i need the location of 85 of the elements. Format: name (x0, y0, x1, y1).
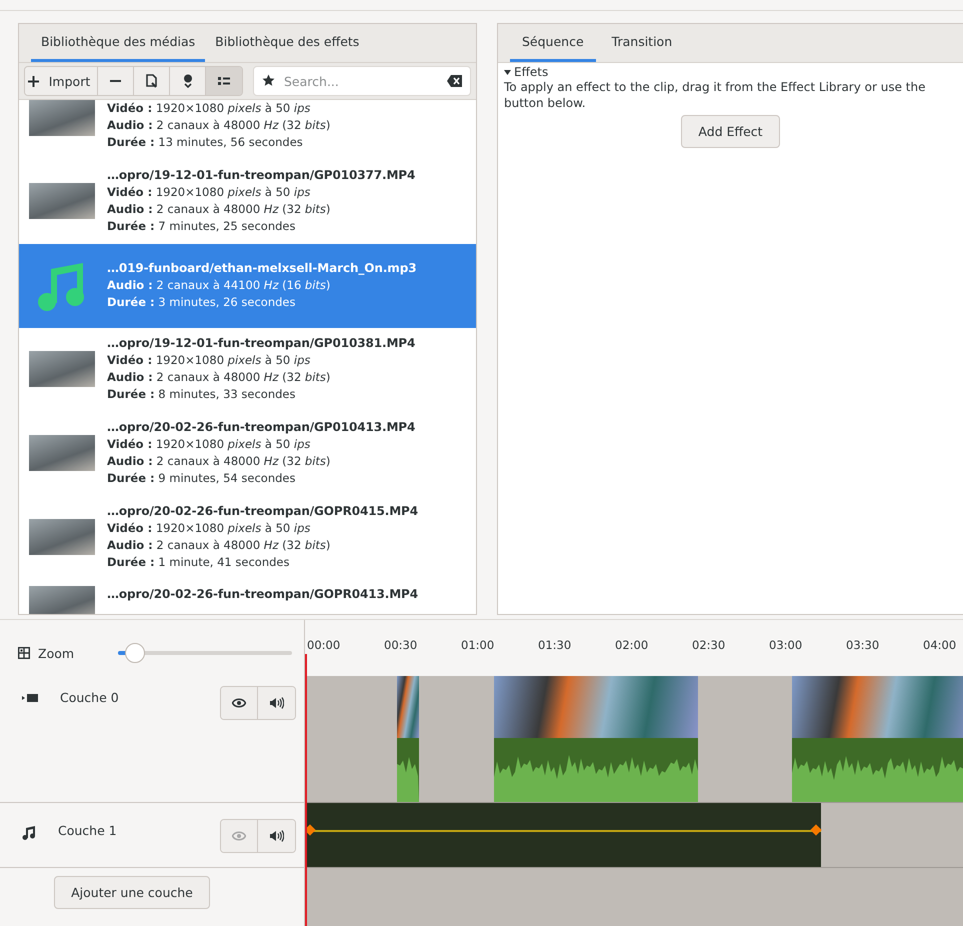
media-item[interactable]: …opro/20-02-26-fun-treompan/GOPR0415.MP4 Vidéo : 1920×1080 pixels à 50 ips Audio : 2 canaux à 48000 Hz (32 bits) Durée : 1 minute, 41 secondes (19, 496, 476, 580)
eye-icon (232, 698, 246, 708)
media-item[interactable]: Vidéo : 1920×1080 pixels à 50 ips Audio : 2 canaux à 48000 Hz (32 bits) Durée : 13 minutes, 56 secondes (19, 100, 476, 160)
lightbulb-icon (182, 74, 192, 88)
photo-placeholder (29, 351, 95, 387)
speaker-icon (270, 830, 284, 842)
file-detail: Vidéo : 1920×1080 pixels à 50 ips (107, 352, 312, 369)
file-detail: Durée : 13 minutes, 56 secondes (107, 134, 304, 151)
file-detail: Audio : 2 canaux à 44100 Hz (16 bits) (107, 276, 332, 294)
file-detail: Audio : 2 canaux à 48000 Hz (32 bits) (107, 537, 332, 554)
zoom-grid-icon (18, 647, 30, 659)
file-name: …opro/19-12-01-fun-treompan/GP010377.MP4 (107, 167, 416, 184)
add-layer-button[interactable]: Ajouter une couche (54, 876, 210, 909)
plus-icon (28, 76, 39, 86)
star-icon (262, 74, 275, 87)
document-icon (146, 74, 157, 88)
file-detail: Audio : 2 canaux à 48000 Hz (32 bits) (107, 453, 332, 470)
clear-icon[interactable] (447, 75, 462, 87)
file-detail: Audio : 2 canaux à 48000 Hz (32 bits) (107, 369, 332, 386)
list-view-button[interactable] (206, 67, 242, 95)
media-item[interactable]: …opro/19-12-01-fun-treompan/GP010381.MP4 Vidéo : 1920×1080 pixels à 50 ips Audio : 2 canaux à 48000 Hz (32 bits) Durée : 8 minutes, 33 secondes (19, 328, 476, 412)
list-icon (218, 76, 230, 86)
file-detail: Audio : 2 canaux à 48000 Hz (32 bits) (107, 117, 330, 134)
speaker-icon (270, 697, 284, 709)
file-name: …opro/20-02-26-fun-treompan/GOPR0415.MP4 (107, 503, 418, 520)
photo-placeholder (29, 183, 95, 219)
ruler-time: 04:00 (922, 638, 958, 654)
zoom-slider[interactable] (118, 643, 292, 663)
file-detail: Durée : 3 minutes, 26 secondes (107, 294, 296, 310)
ruler-time: 02:30 (691, 638, 726, 654)
file-name: …019-funboard/ethan-melxsell-March_On.mp3 (107, 260, 416, 276)
photo-placeholder (29, 100, 95, 136)
ruler-time: 03:00 (768, 638, 804, 654)
mute-button[interactable] (258, 687, 295, 719)
remove-button[interactable] (98, 67, 134, 95)
file-detail: Audio : 2 canaux à 48000 Hz (32 bits) (107, 201, 332, 218)
ruler-time: 01:30 (537, 638, 572, 654)
search-field[interactable]: Search... (253, 66, 471, 96)
video-camera-icon (22, 693, 38, 703)
clip-properties-button[interactable] (134, 67, 170, 95)
media-item[interactable]: …opro/20-02-26-fun-treompan/GOPR0413.MP4 (19, 580, 476, 614)
eye-icon (232, 831, 246, 841)
file-detail: Vidéo : 1920×1080 pixels à 50 ips (107, 520, 312, 537)
add-effect-button[interactable]: Add Effect (681, 115, 780, 148)
ruler-time: 00:30 (383, 638, 418, 654)
ruler-time: 03:30 (845, 638, 880, 654)
media-item[interactable]: …opro/20-02-26-fun-treompan/GP010413.MP4 Vidéo : 1920×1080 pixels à 50 ips Audio : 2 canaux à 48000 Hz (32 bits) Durée : 9 minutes, 54 secondes (19, 412, 476, 496)
expander-arrow-icon (504, 68, 511, 76)
effects-hint: To apply an effect to the clip, drag it from the Effect Library or use the button below. (504, 79, 926, 111)
file-name: …opro/20-02-26-fun-treompan/GOPR0413.MP4 (107, 586, 418, 603)
video-clip[interactable] (494, 676, 698, 802)
file-detail: Durée : 8 minutes, 33 secondes (107, 386, 296, 403)
visibility-button[interactable] (221, 687, 258, 719)
file-detail: Durée : 7 minutes, 25 secondes (107, 218, 296, 235)
photo-placeholder (29, 435, 95, 471)
slider-thumb[interactable] (125, 643, 146, 663)
media-item[interactable]: …opro/19-12-01-fun-treompan/GP010377.MP4 Vidéo : 1920×1080 pixels à 50 ips Audio : 2 canaux à 48000 Hz (32 bits) Durée : 7 minutes, 25 secondes (19, 160, 476, 244)
photo-placeholder (29, 586, 95, 614)
file-name: …opro/20-02-26-fun-treompan/GP010413.MP4 (107, 419, 416, 436)
file-detail: Vidéo : 1920×1080 pixels à 50 ips (107, 184, 312, 201)
layer-name: Couche 0 (60, 689, 120, 707)
zoom-label: Zoom (38, 646, 76, 660)
file-detail: Durée : 9 minutes, 54 secondes (107, 470, 296, 487)
video-clip[interactable] (397, 676, 419, 802)
tab[interactable]: Séquence (510, 24, 596, 62)
preview-button[interactable] (170, 67, 206, 95)
tab[interactable]: Transition (600, 24, 684, 62)
file-detail: Durée : 1 minute, 41 secondes (107, 554, 290, 571)
effects-expander[interactable]: Effets (504, 65, 548, 79)
media-item[interactable]: …019-funboard/ethan-melxsell-March_On.mp3 Audio : 2 canaux à 44100 Hz (16 bits) Durée : 3 minutes, 26 secondes (19, 244, 476, 328)
layer-name: Couche 1 (58, 822, 118, 840)
mute-button[interactable] (258, 820, 295, 852)
file-detail: Vidéo : 1920×1080 pixels à 50 ips (107, 436, 312, 453)
import-button[interactable]: Import (25, 67, 98, 95)
photo-placeholder (29, 519, 95, 555)
file-name: …opro/19-12-01-fun-treompan/GP010381.MP4 (107, 335, 416, 352)
audio-clip[interactable] (305, 803, 821, 867)
ruler-time: 00:00 (306, 638, 342, 654)
tab[interactable]: Bibliothèque des effets (205, 24, 370, 62)
ruler-time: 02:00 (614, 638, 650, 654)
minus-icon (110, 80, 121, 82)
music-note-icon (22, 826, 36, 840)
video-clip[interactable] (792, 676, 963, 802)
file-detail: Vidéo : 1920×1080 pixels à 50 ips (107, 100, 312, 117)
ruler-time: 01:00 (460, 638, 496, 654)
